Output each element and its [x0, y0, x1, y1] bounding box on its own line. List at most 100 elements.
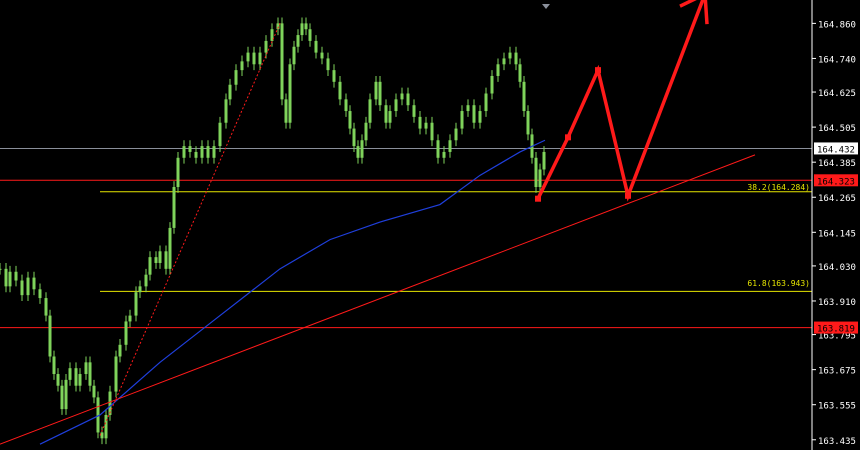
candle-body	[134, 292, 138, 316]
candle-body	[74, 368, 78, 386]
candle-body	[104, 414, 108, 439]
candle-body	[92, 385, 96, 398]
candle-body	[442, 151, 446, 158]
candle-body	[176, 157, 180, 188]
support-price-badge: 163.819	[817, 325, 855, 335]
candle-body	[514, 52, 518, 65]
candle-body	[212, 146, 216, 158]
candle-body	[52, 356, 56, 375]
candle-body	[526, 111, 530, 135]
candle-body	[460, 111, 464, 129]
candle-body	[158, 251, 162, 263]
candle-body	[534, 157, 538, 188]
candle-body	[418, 116, 422, 129]
candle-body	[124, 321, 128, 345]
candle-body	[484, 93, 488, 112]
candle-body	[138, 286, 142, 293]
candle-body	[60, 385, 64, 410]
candle-body	[300, 23, 304, 36]
candle-body	[144, 274, 148, 287]
candle-body	[84, 362, 88, 375]
candle-body	[308, 29, 312, 41]
candle-body	[100, 432, 104, 439]
candle-body	[314, 40, 318, 53]
candle-body	[252, 52, 256, 65]
candle-body	[436, 140, 440, 158]
candle-body	[394, 99, 398, 112]
price-tick-label: 164.505	[818, 124, 856, 134]
candle-body	[246, 52, 250, 62]
candle-body	[424, 122, 428, 129]
candle-body	[0, 268, 2, 270]
candle-body	[128, 315, 132, 322]
candle-body	[182, 146, 186, 158]
candle-body	[172, 187, 176, 228]
projection-point	[535, 195, 541, 202]
candle-body	[264, 40, 268, 53]
candle-body	[338, 81, 342, 100]
candle-body	[218, 122, 222, 147]
candle-body	[188, 146, 192, 152]
candle-body	[348, 111, 352, 129]
candle-body	[320, 52, 324, 59]
price-tick-label: 164.030	[818, 263, 856, 273]
projection-point	[595, 67, 601, 74]
projection-point	[625, 192, 631, 199]
candle-body	[44, 298, 48, 316]
candle-body	[496, 64, 500, 76]
candle-body	[292, 46, 296, 65]
candle-body	[352, 128, 356, 147]
candle-body	[368, 99, 372, 123]
current-price-badge: 164.432	[817, 145, 855, 155]
price-tick-label: 163.675	[818, 367, 856, 377]
candle-body	[206, 146, 210, 158]
candle-body	[384, 105, 388, 123]
candle-body	[154, 257, 158, 263]
price-tick-label: 164.265	[818, 194, 856, 204]
candle-body	[538, 169, 542, 188]
candle-body	[38, 289, 42, 299]
candle-body	[168, 227, 172, 269]
candle-body	[280, 23, 284, 100]
candle-body	[522, 81, 526, 112]
candle-body	[258, 52, 262, 65]
candle-body	[14, 271, 18, 281]
candle-body	[332, 70, 336, 82]
candle-body	[78, 374, 82, 386]
candle-body	[412, 105, 416, 117]
fib-38-label: 38.2(164.284)	[747, 183, 810, 192]
candle-body	[374, 81, 378, 100]
price-tick-label: 164.740	[818, 55, 856, 65]
projection-point	[565, 134, 571, 141]
candle-body	[114, 356, 118, 392]
candle-body	[344, 99, 348, 112]
price-tick-label: 163.910	[818, 298, 856, 308]
candle-body	[148, 257, 152, 275]
candle-body	[8, 271, 12, 287]
candle-body	[388, 111, 392, 123]
candle-body	[360, 140, 364, 158]
candle-body	[304, 23, 308, 30]
candle-body	[454, 128, 458, 141]
candle-body	[400, 93, 404, 100]
candle-body	[68, 368, 72, 380]
candle-body	[288, 64, 292, 123]
price-tick-label: 164.625	[818, 89, 856, 99]
price-tick-label: 163.435	[818, 437, 856, 447]
candle-body	[32, 277, 36, 290]
candle-body	[26, 277, 30, 296]
candle-body	[326, 58, 330, 71]
resistance-price-badge: 164.323	[817, 177, 855, 187]
candle-body	[200, 146, 204, 158]
candle-body	[240, 61, 244, 71]
candle-body	[296, 35, 300, 47]
candle-body	[364, 122, 368, 141]
candle-body	[48, 315, 52, 357]
price-tick-label: 163.555	[818, 402, 856, 412]
price-chart[interactable]: 164.860 164.740 164.625 164.505 164.385 164.2…	[0, 0, 860, 450]
chart-background	[0, 0, 860, 450]
candle-body	[356, 146, 360, 158]
candle-body	[502, 58, 506, 65]
candle-body	[194, 151, 198, 158]
candle-body	[56, 374, 60, 386]
